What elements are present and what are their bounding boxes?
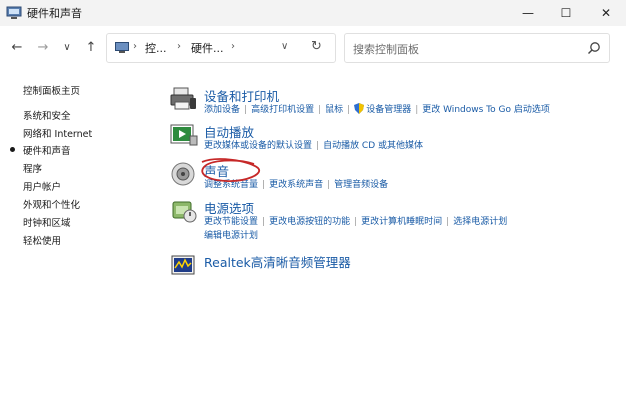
- link-mouse[interactable]: 鼠标: [325, 105, 343, 115]
- link-sleep-time[interactable]: 更改计算机睡眠时间: [361, 217, 442, 227]
- chevron-right-icon: ›: [177, 41, 181, 52]
- recent-locations-button[interactable]: ∨: [58, 38, 76, 56]
- category-links: 更改媒体或设备的默认设置 | 自动播放 CD 或其他媒体: [204, 141, 423, 151]
- address-box[interactable]: › 控... › 硬件... › ∨ ↻: [106, 33, 336, 63]
- power-options-icon: [172, 201, 197, 223]
- close-button[interactable]: ✕: [588, 0, 624, 26]
- link-add-device[interactable]: 添加设备: [204, 105, 240, 115]
- category-links: 更改节能设置 | 更改电源按钮的功能 | 更改计算机睡眠时间 | 选择电源计划 编辑电源计划: [204, 217, 508, 241]
- link-advanced-printer-setup[interactable]: 高级打印机设置: [251, 105, 314, 115]
- sidebar-item-clock-region[interactable]: 时钟和区域: [23, 215, 71, 229]
- uac-shield-icon: [354, 103, 365, 114]
- title-bar: 硬件和声音 — ☐ ✕: [0, 0, 626, 26]
- sidebar-item-home[interactable]: 控制面板主页: [23, 83, 80, 97]
- sidebar-item-appearance[interactable]: 外观和个性化: [23, 197, 80, 211]
- active-indicator: [10, 147, 15, 152]
- back-button[interactable]: ←: [8, 38, 26, 56]
- sidebar-item-ease-of-access[interactable]: 轻松使用: [23, 233, 61, 247]
- chevron-down-icon: ∨: [63, 41, 71, 53]
- speaker-icon: [171, 162, 195, 186]
- link-choose-power-plan[interactable]: 选择电源计划: [453, 217, 507, 227]
- minimize-button[interactable]: —: [510, 0, 546, 26]
- arrow-up-icon: ↑: [85, 39, 97, 55]
- link-power-saving[interactable]: 更改节能设置: [204, 217, 258, 227]
- search-icon: [588, 42, 600, 54]
- window-title: 硬件和声音: [27, 7, 82, 20]
- arrow-right-icon: →: [37, 39, 49, 55]
- realtek-audio-icon: [171, 255, 195, 275]
- sidebar-item-system-security[interactable]: 系统和安全: [23, 108, 71, 122]
- control-panel-icon: [115, 42, 129, 53]
- search-box[interactable]: 搜索控制面板: [344, 33, 610, 63]
- up-button[interactable]: ↑: [82, 38, 100, 56]
- breadcrumb-hardware-sound[interactable]: 硬件...: [191, 40, 224, 56]
- sidebar-item-hardware-sound[interactable]: 硬件和声音: [23, 143, 71, 157]
- link-edit-power-plan[interactable]: 编辑电源计划: [204, 231, 258, 241]
- close-icon: ✕: [600, 6, 612, 20]
- search-input[interactable]: 搜索控制面板: [353, 41, 419, 57]
- link-windows-to-go[interactable]: 更改 Windows To Go 启动选项: [422, 105, 550, 115]
- refresh-icon[interactable]: ↻: [311, 39, 322, 54]
- chevron-right-icon: ›: [231, 41, 235, 52]
- link-change-media-defaults[interactable]: 更改媒体或设备的默认设置: [204, 141, 312, 151]
- link-manage-audio-devices[interactable]: 管理音频设备: [334, 180, 388, 190]
- link-change-system-sounds[interactable]: 更改系统声音: [269, 180, 323, 190]
- autoplay-icon: [170, 124, 198, 146]
- printer-icon: [170, 87, 196, 110]
- maximize-button[interactable]: ☐: [548, 0, 584, 26]
- control-panel-icon: [6, 6, 22, 19]
- link-adjust-volume[interactable]: 调整系统音量: [204, 180, 258, 190]
- sidebar-item-user-accounts[interactable]: 用户帐户: [23, 179, 61, 193]
- category-links: 调整系统音量 | 更改系统声音 | 管理音频设备: [204, 180, 389, 190]
- address-toolbar: ← → ∨ ↑ › 控... › 硬件... › ∨ ↻ 搜索控制面板: [0, 26, 626, 68]
- forward-button[interactable]: →: [34, 38, 52, 56]
- address-dropdown-icon[interactable]: ∨: [281, 41, 288, 52]
- maximize-icon: ☐: [560, 6, 572, 20]
- chevron-right-icon: ›: [133, 41, 137, 52]
- sidebar-item-network[interactable]: 网络和 Internet: [23, 126, 92, 140]
- category-title[interactable]: Realtek高清晰音频管理器: [204, 252, 351, 271]
- arrow-left-icon: ←: [11, 39, 23, 55]
- link-autoplay-cd[interactable]: 自动播放 CD 或其他媒体: [323, 141, 423, 151]
- link-device-manager[interactable]: 设备管理器: [366, 105, 411, 115]
- link-power-button[interactable]: 更改电源按钮的功能: [269, 217, 350, 227]
- sidebar-item-programs[interactable]: 程序: [23, 161, 42, 175]
- breadcrumb-control-panel[interactable]: 控...: [145, 40, 167, 56]
- minimize-icon: —: [522, 6, 534, 20]
- category-links: 添加设备 | 高级打印机设置 | 鼠标 | 设备管理器 | 更改 Windows To Go 启…: [204, 103, 550, 115]
